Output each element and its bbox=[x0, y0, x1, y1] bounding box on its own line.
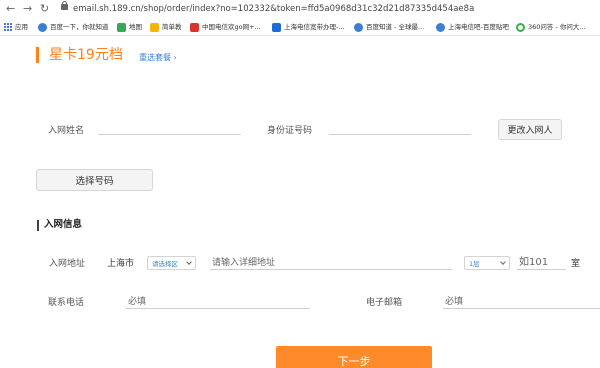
bookmark-baidu[interactable]: 百度一下，你就知道 bbox=[38, 21, 109, 33]
name-label: 入网姓名 bbox=[48, 126, 85, 136]
floor-select[interactable]: 1层 bbox=[464, 256, 510, 270]
city-text: 上海市 bbox=[107, 259, 135, 269]
telecom-icon bbox=[272, 22, 281, 32]
baidu-paw-icon bbox=[436, 22, 445, 32]
next-step-button[interactable]: 下一步 bbox=[276, 346, 432, 368]
url-text[interactable]: email.sh.189.cn/shop/order/index?no=1023… bbox=[73, 2, 474, 16]
plan-title-accent bbox=[36, 47, 39, 63]
select-number-button[interactable]: 选择号码 bbox=[36, 169, 153, 191]
bookmark-360[interactable]: 360问答 - 你问大... bbox=[516, 21, 586, 33]
map-icon bbox=[117, 22, 126, 32]
bookmark-jianshu[interactable]: 简单教 bbox=[150, 21, 182, 33]
folder-icon bbox=[150, 22, 159, 32]
baidu-paw-icon bbox=[38, 22, 47, 32]
back-arrow-icon[interactable]: ← bbox=[6, 1, 15, 17]
forward-arrow-icon[interactable]: → bbox=[23, 1, 32, 17]
phone-label: 联系电话 bbox=[48, 298, 85, 308]
bookmark-apps[interactable]: 应用 bbox=[4, 21, 28, 33]
apps-grid-icon bbox=[4, 23, 12, 31]
address-bar: ← → ↻ email.sh.189.cn/shop/order/index?n… bbox=[0, 0, 600, 18]
plan-title: 星卡19元档 bbox=[49, 47, 123, 63]
address-label: 入网地址 bbox=[49, 259, 86, 269]
chevron-down-icon bbox=[186, 259, 192, 265]
telecom-icon bbox=[190, 22, 199, 32]
email-label: 电子邮箱 bbox=[366, 298, 403, 308]
room-input[interactable] bbox=[517, 256, 566, 270]
phone-input[interactable] bbox=[126, 295, 310, 309]
floor-select-value: 1层 bbox=[469, 260, 480, 268]
bookmark-189[interactable]: 中国电信欢go网+... bbox=[190, 21, 261, 33]
name-input[interactable] bbox=[98, 121, 241, 135]
lock-icon bbox=[61, 1, 68, 10]
360-icon bbox=[516, 22, 525, 32]
district-select[interactable]: 请选择区 bbox=[147, 256, 196, 270]
change-person-button[interactable]: 更改入网人 bbox=[498, 119, 562, 140]
room-suffix: 室 bbox=[571, 259, 581, 269]
bookmark-tieba[interactable]: 上海电信吧-百度贴吧 bbox=[436, 21, 509, 33]
bookmarks-bar: 应用 百度一下，你就知道 地图 简单教 中国电信欢go网+... 上海电信宽带办… bbox=[0, 18, 600, 36]
id-number-input[interactable] bbox=[329, 121, 471, 135]
chevron-down-icon bbox=[500, 259, 506, 265]
section-title: 入网信息 bbox=[44, 219, 83, 230]
email-input[interactable] bbox=[443, 295, 600, 309]
id-number-label: 身份证号码 bbox=[267, 126, 313, 136]
bookmark-map[interactable]: 地图 bbox=[117, 21, 142, 33]
change-plan-link[interactable]: 重选套餐 › bbox=[139, 52, 177, 64]
district-select-value: 请选择区 bbox=[152, 260, 178, 268]
section-accent bbox=[37, 220, 39, 231]
detail-address-input[interactable] bbox=[210, 256, 452, 270]
bookmark-zhidao[interactable]: 百度知道 - 全球最... bbox=[354, 21, 424, 33]
reload-icon[interactable]: ↻ bbox=[40, 1, 49, 17]
bookmark-broadband[interactable]: 上海电信宽带办理-... bbox=[272, 21, 345, 33]
baidu-paw-icon bbox=[354, 22, 363, 32]
